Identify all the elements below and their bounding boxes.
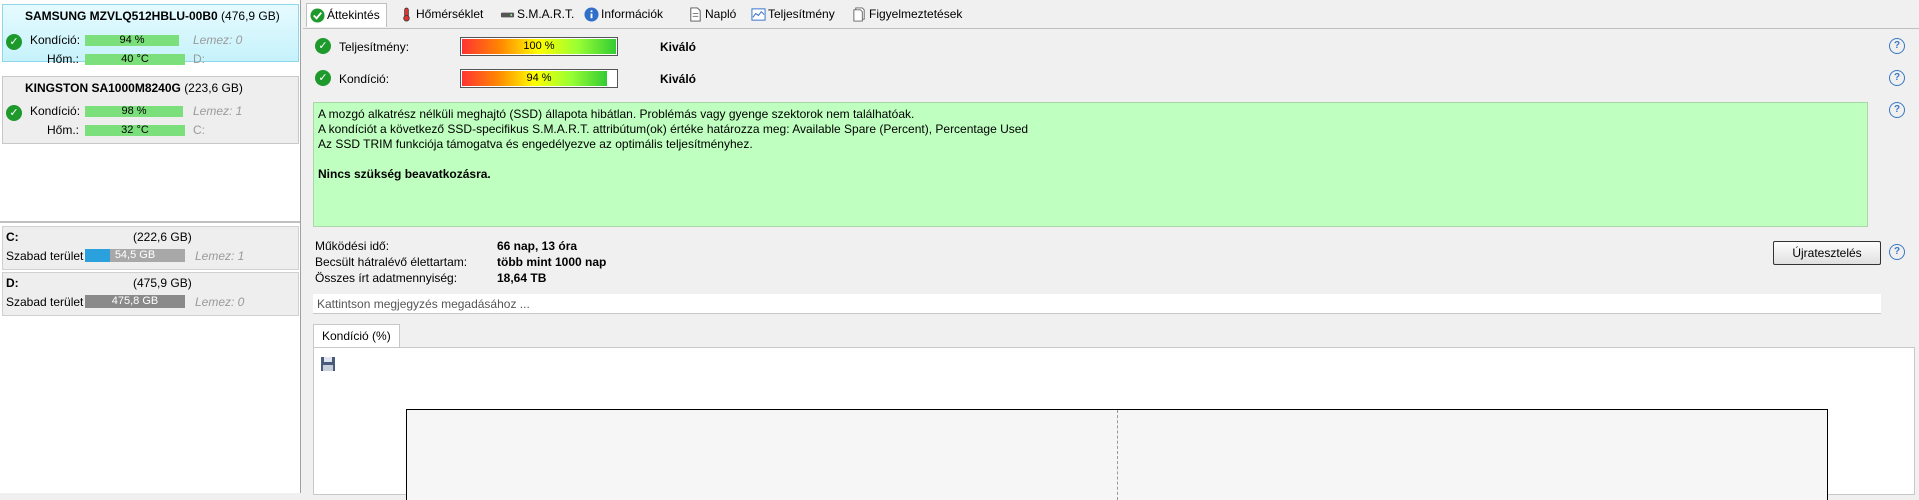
total-written-label: Összes írt adatmennyiség: [315,271,458,285]
volume-size: (475,9 GB) [133,276,192,290]
message-line: A mozgó alkatrész nélküli meghajtó (SSD)… [318,107,915,121]
check-icon: ✓ [6,105,22,121]
free-space-bar: 54,5 GB [85,249,185,262]
message-line: Az SSD TRIM funkciója támogatva és enged… [318,137,753,151]
health-bar: 98 % [85,106,183,117]
uptime-value: 66 nap, 13 óra [497,239,578,253]
help-icon[interactable]: ? [1889,38,1905,54]
chart-plot-area [406,409,1828,500]
free-space-label: Szabad terület [6,295,84,309]
health-chart-area [313,347,1915,500]
help-icon[interactable]: ? [1889,244,1905,260]
chart-icon [751,8,766,21]
volume-disk: Lemez: 1 [195,249,245,263]
info-icon [584,7,599,22]
uptime-label: Működési idő: [315,239,390,253]
temp-bar: 40 °C [85,54,185,65]
tab-performance[interactable]: Teljesítmény [748,3,841,26]
note-input[interactable]: Kattintson megjegyzés megadásához ... [313,294,1881,314]
volume-size: (222,6 GB) [133,230,192,244]
save-icon[interactable] [320,356,336,372]
help-icon[interactable]: ? [1889,70,1905,86]
check-icon: ✓ [315,38,331,54]
check-icon [310,8,325,23]
help-icon[interactable]: ? [1889,102,1905,118]
disk-name: KINGSTON SA1000M8240G (223,6 GB) [25,81,243,95]
health-label: Kondíció: [30,104,81,118]
disk-number: Lemez: 0 [193,33,243,47]
disk-list-panel: SAMSUNG MZVLQ512HBLU-00B0 (476,9 GB) ✓ K… [0,0,301,493]
free-space-label: Szabad terület [6,249,84,263]
tab-warnings[interactable]: Figyelmeztetések [849,3,968,26]
performance-label: Teljesítmény: [339,40,410,54]
temp-label: Hőm.: [47,123,80,137]
panel-divider[interactable] [0,221,300,223]
volume-letter: C: [6,230,19,244]
drive-letter: C: [193,123,205,137]
remaining-life-label: Becsült hátralévő élettartam: [315,255,468,269]
performance-status: Kiváló [660,40,697,54]
warnings-icon [853,7,865,22]
disk-number: Lemez: 1 [193,104,243,118]
tab-overview[interactable]: Áttekintés [306,3,387,27]
document-icon [690,7,701,22]
volume-item-d[interactable]: D: (475,9 GB) Szabad terület 475,8 GB Le… [2,272,299,316]
thermometer-icon [403,7,410,22]
free-space-bar: 475,8 GB [85,295,185,308]
remaining-life-value: több mint 1000 nap [497,255,607,269]
disk-item-kingston[interactable]: KINGSTON SA1000M8240G (223,6 GB) ✓ Kondí… [2,76,299,144]
health-label: Kondíció: [30,33,81,47]
tab-information[interactable]: Információk [581,3,669,26]
volume-item-c[interactable]: C: (222,6 GB) Szabad terület 54,5 GB Lem… [2,226,299,270]
check-icon: ✓ [6,34,22,50]
tab-health-chart[interactable]: Kondíció (%) [313,324,400,348]
drive-icon [500,12,515,18]
total-written-value: 18,64 TB [497,271,547,285]
tab-log[interactable]: Napló [685,3,742,26]
main-panel: Áttekintés Hőmérséklet S.M.A.R.T. Inform… [303,0,1919,500]
tab-bar: Áttekintés Hőmérséklet S.M.A.R.T. Inform… [303,0,1919,29]
drive-letter: D: [193,52,205,66]
health-bar: 94 % [85,35,179,46]
temp-label: Hőm.: [47,52,80,66]
message-line: A kondíciót a következő SSD-specifikus S… [318,122,1029,136]
tab-temperature[interactable]: Hőmérséklet [396,3,489,26]
chart-gridline [1117,410,1118,500]
tab-smart[interactable]: S.M.A.R.T. [497,3,580,26]
health-status: Kiváló [660,72,697,86]
volume-letter: D: [6,276,19,290]
check-icon: ✓ [315,70,331,86]
message-conclusion: Nincs szükség beavatkozásra. [318,167,491,181]
volume-disk: Lemez: 0 [195,295,245,309]
temp-bar: 32 °C [85,125,185,136]
retest-button[interactable]: Újratesztelés [1773,241,1881,265]
disk-name: SAMSUNG MZVLQ512HBLU-00B0 (476,9 GB) [25,9,280,23]
health-label: Kondíció: [339,72,390,86]
health-bar: 94 % [460,69,618,88]
disk-item-samsung[interactable]: SAMSUNG MZVLQ512HBLU-00B0 (476,9 GB) ✓ K… [2,4,299,66]
status-message-box: A mozgó alkatrész nélküli meghajtó (SSD)… [313,102,1868,227]
performance-bar: 100 % [460,37,618,56]
